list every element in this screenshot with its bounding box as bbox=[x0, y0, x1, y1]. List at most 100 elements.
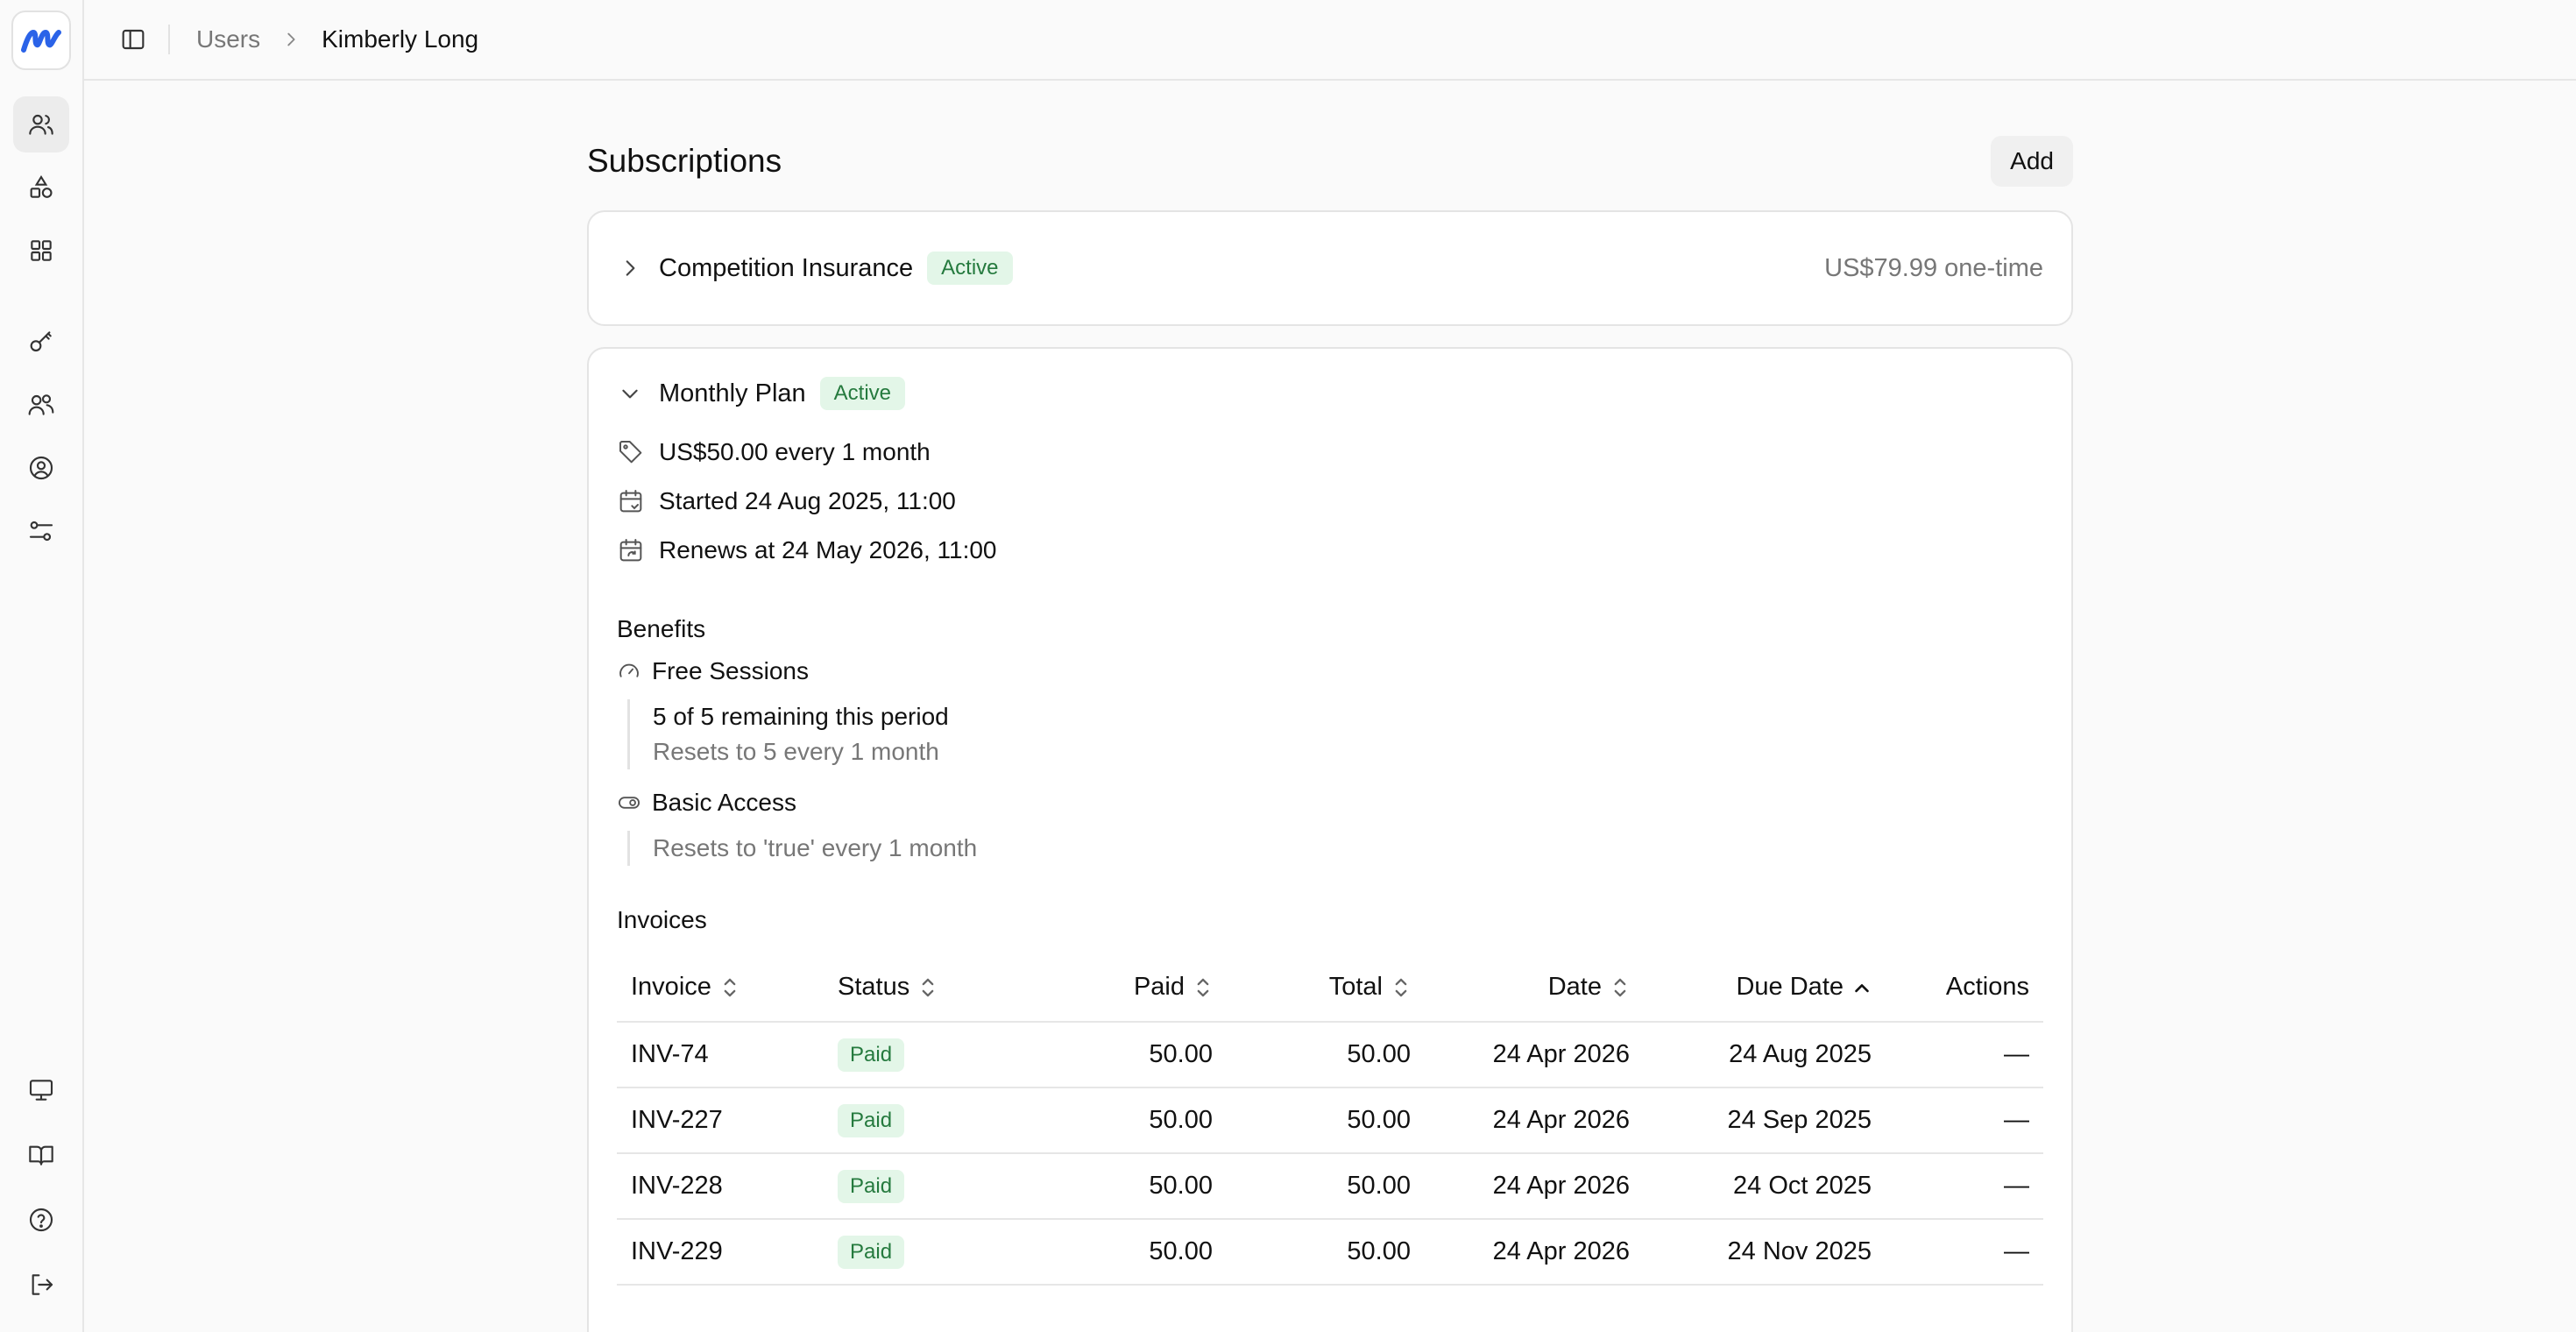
table-row[interactable]: INV-229 Paid 50.00 50.00 24 Apr 2026 24 … bbox=[617, 1219, 2043, 1286]
topbar-divider bbox=[168, 25, 170, 54]
help-icon bbox=[29, 1208, 53, 1232]
invoice-due-date: 24 Nov 2025 bbox=[1644, 1219, 1886, 1286]
gauge-icon bbox=[617, 658, 643, 684]
customers-icon bbox=[28, 394, 54, 415]
sidebar-item-logout[interactable] bbox=[13, 1257, 69, 1313]
logo-icon bbox=[21, 30, 61, 53]
chevron-down-icon[interactable] bbox=[619, 382, 641, 405]
invoice-actions[interactable]: — bbox=[1886, 1022, 2043, 1088]
benefit-details: Resets to 'true' every 1 month bbox=[627, 831, 2043, 866]
sidebar-toggle-icon bbox=[122, 29, 145, 50]
invoice-date: 24 Apr 2026 bbox=[1425, 1219, 1644, 1286]
sidebar-item-users[interactable] bbox=[13, 96, 69, 152]
status-badge: Paid bbox=[838, 1103, 905, 1137]
toggle-icon bbox=[617, 790, 643, 816]
shapes-icon bbox=[30, 174, 53, 198]
invoice-date: 24 Apr 2026 bbox=[1425, 1022, 1644, 1088]
invoice-status: Paid bbox=[824, 1022, 1030, 1088]
breadcrumb-users-link[interactable]: Users bbox=[196, 25, 260, 53]
subscription-header[interactable]: Monthly Plan Active bbox=[617, 363, 2043, 424]
subscription-details: US$50.00 every 1 month Started 24 Aug 20… bbox=[617, 428, 2043, 575]
started-text: Started 24 Aug 2025, 11:00 bbox=[659, 487, 956, 514]
benefit-name: Basic Access bbox=[652, 789, 796, 816]
invoice-actions[interactable]: — bbox=[1886, 1153, 2043, 1220]
main-content: Subscriptions Add Competition Insurance … bbox=[587, 81, 2073, 1332]
status-badge: Active bbox=[819, 377, 906, 410]
renews-row: Renews at 24 May 2026, 11:00 bbox=[617, 526, 2043, 575]
column-total[interactable]: Total bbox=[1227, 953, 1425, 1023]
invoice-id[interactable]: INV-229 bbox=[617, 1219, 824, 1286]
sort-icon[interactable] bbox=[1391, 976, 1411, 999]
table-row[interactable]: INV-74 Paid 50.00 50.00 24 Apr 2026 24 A… bbox=[617, 1022, 2043, 1088]
benefit-basic-access: Basic Access Resets to 'true' every 1 mo… bbox=[617, 778, 2043, 866]
tag-icon bbox=[617, 437, 647, 467]
column-actions: Actions bbox=[1886, 953, 2043, 1023]
renews-text: Renews at 24 May 2026, 11:00 bbox=[659, 536, 997, 563]
subscriptions-header: Subscriptions Add bbox=[587, 136, 2073, 187]
benefits-heading: Benefits bbox=[617, 615, 706, 642]
subscription-card-expanded: Monthly Plan Active US$50.00 every 1 mon… bbox=[587, 347, 2073, 1332]
started-row: Started 24 Aug 2025, 11:00 bbox=[617, 477, 2043, 526]
invoice-total: 50.00 bbox=[1227, 1088, 1425, 1154]
benefit-reset: Resets to 'true' every 1 month bbox=[653, 834, 978, 861]
sidebar-item-display[interactable] bbox=[13, 1062, 69, 1118]
benefit-reset: Resets to 5 every 1 month bbox=[653, 738, 939, 765]
sort-icon[interactable] bbox=[720, 976, 740, 999]
sidebar-toggle-button[interactable] bbox=[116, 22, 151, 57]
sidebar-item-apps[interactable] bbox=[13, 223, 69, 279]
benefit-name: Free Sessions bbox=[652, 657, 809, 684]
invoice-due-date: 24 Aug 2025 bbox=[1644, 1022, 1886, 1088]
calendar-icon bbox=[617, 486, 647, 516]
sidebar-item-customers[interactable] bbox=[13, 377, 69, 433]
sort-ascending-icon[interactable] bbox=[1852, 976, 1872, 999]
price-text: US$50.00 every 1 month bbox=[659, 438, 931, 465]
invoice-paid: 50.00 bbox=[1030, 1088, 1227, 1154]
invoice-status: Paid bbox=[824, 1088, 1030, 1154]
benefit-details: 5 of 5 remaining this period Resets to 5… bbox=[627, 699, 2043, 769]
add-subscription-button[interactable]: Add bbox=[1991, 136, 2073, 187]
invoice-id[interactable]: INV-227 bbox=[617, 1088, 824, 1154]
benefit-remaining: 5 of 5 remaining this period bbox=[653, 703, 949, 730]
status-badge: Paid bbox=[838, 1235, 905, 1269]
sidebar-item-keys[interactable] bbox=[13, 314, 69, 370]
column-invoice[interactable]: Invoice bbox=[617, 953, 824, 1023]
sidebar-item-settings[interactable] bbox=[13, 503, 69, 559]
invoice-actions[interactable]: — bbox=[1886, 1088, 2043, 1154]
invoice-id[interactable]: INV-228 bbox=[617, 1153, 824, 1220]
invoice-actions[interactable]: — bbox=[1886, 1219, 2043, 1286]
sort-icon[interactable] bbox=[1193, 976, 1213, 999]
status-badge: Paid bbox=[838, 1169, 905, 1203]
book-icon bbox=[29, 1145, 53, 1166]
sidebar-item-docs[interactable] bbox=[13, 1127, 69, 1183]
invoice-due-date: 24 Sep 2025 bbox=[1644, 1088, 1886, 1154]
monitor-icon bbox=[29, 1080, 53, 1101]
invoices-table: Invoice Status Paid Total Date Due Date … bbox=[617, 953, 2043, 1286]
status-badge: Active bbox=[927, 252, 1013, 285]
sidebar-item-help[interactable] bbox=[13, 1192, 69, 1248]
subscription-price: US$79.99 one-time bbox=[1824, 253, 2043, 282]
invoice-total: 50.00 bbox=[1227, 1153, 1425, 1220]
top-bar: Users Kimberly Long bbox=[84, 0, 2576, 81]
invoice-paid: 50.00 bbox=[1030, 1153, 1227, 1220]
chevron-right-icon bbox=[281, 30, 301, 49]
sort-icon[interactable] bbox=[1610, 976, 1630, 999]
subscription-card-collapsed[interactable]: Competition Insurance Active US$79.99 on… bbox=[587, 210, 2073, 326]
invoice-total: 50.00 bbox=[1227, 1022, 1425, 1088]
invoice-date: 24 Apr 2026 bbox=[1425, 1153, 1644, 1220]
chevron-right-icon[interactable] bbox=[619, 257, 641, 280]
table-row[interactable]: INV-228 Paid 50.00 50.00 24 Apr 2026 24 … bbox=[617, 1153, 2043, 1220]
app-logo[interactable] bbox=[11, 11, 71, 70]
invoice-id[interactable]: INV-74 bbox=[617, 1022, 824, 1088]
status-badge: Paid bbox=[838, 1038, 905, 1072]
table-header-row: Invoice Status Paid Total Date Due Date … bbox=[617, 953, 2043, 1023]
column-status[interactable]: Status bbox=[824, 953, 1030, 1023]
sidebar-item-account[interactable] bbox=[13, 440, 69, 496]
invoices-heading: Invoices bbox=[617, 906, 707, 933]
sidebar-item-products[interactable] bbox=[13, 159, 69, 216]
column-date[interactable]: Date bbox=[1425, 953, 1644, 1023]
column-paid[interactable]: Paid bbox=[1030, 953, 1227, 1023]
table-row[interactable]: INV-227 Paid 50.00 50.00 24 Apr 2026 24 … bbox=[617, 1088, 2043, 1154]
grid-icon bbox=[31, 240, 52, 261]
sort-icon[interactable] bbox=[918, 976, 938, 999]
column-due-date[interactable]: Due Date bbox=[1644, 953, 1886, 1023]
